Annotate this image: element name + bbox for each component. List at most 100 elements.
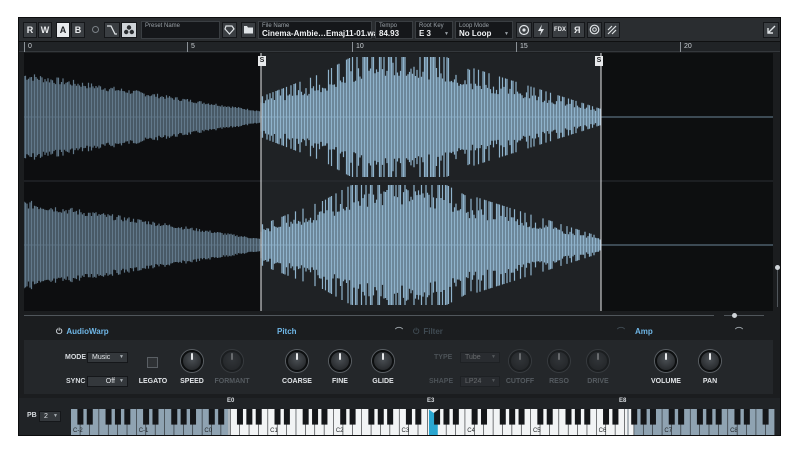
collapse-icon[interactable] [763,22,779,38]
vertical-zoom-handle[interactable] [775,265,780,270]
power-icon[interactable]: ⏻ [56,327,62,336]
octave-label: C8 [730,428,738,434]
octave-label: C3 [402,428,410,434]
filter-shape-label: SHAPE [429,378,454,385]
octave-label: C6 [599,428,607,434]
octave-label: C5 [533,428,541,434]
file-name-value: Cinema-Ambie…Emaj11-01.wav [262,29,383,38]
drive-label: DRIVE [587,378,609,385]
pan-label: PAN [702,378,718,385]
filter-envelope-icon[interactable]: ⌒ [617,324,625,340]
waveform-display[interactable]: S S [24,53,773,311]
flash-icon[interactable] [533,22,549,38]
fdx-button[interactable]: FDX [552,22,568,38]
filter-header[interactable]: ⏻ Filter [413,324,443,340]
tempo-field[interactable]: Tempo 84.93 [375,21,413,39]
filter-type-label: TYPE [434,354,453,361]
snap-icon[interactable] [516,22,532,38]
preset-name-label: Preset Name [145,23,181,29]
octave-label: C4 [467,428,475,434]
mediabay-icon[interactable] [121,22,137,38]
control-panel: MODE Music ▼ SYNC Off ▼ LEGATO SPEED FORMA… [24,340,773,394]
octave-label: C-1 [139,428,149,434]
pan-knob[interactable] [699,350,721,372]
reso-knob[interactable] [548,350,570,372]
pitch-header[interactable]: Pitch [277,324,297,340]
mode-label: MODE [65,354,86,361]
b-compare-button[interactable]: B [71,22,85,38]
key-range-low-label: E0 [227,398,235,404]
pitchbend-range-value: 2 [44,413,48,420]
loop-mode-field[interactable]: Loop Mode No Loop ▼ [455,21,513,39]
ruler-mark: 5 [187,42,195,52]
octave-label: C7 [664,428,672,434]
zoom-slider-handle[interactable] [732,313,737,318]
chevron-down-icon: ▼ [504,31,509,37]
ruler-mark: 10 [352,42,364,52]
glide-label: GLIDE [372,378,394,385]
coarse-knob[interactable] [286,350,308,372]
sync-dropdown[interactable]: Off ▼ [87,376,128,387]
keyboard[interactable]: C-2 C-1 C0 C1 C2 C3 C4 C5 C6 C7 C8 [71,409,775,435]
preset-name-field[interactable]: Preset Name [141,21,220,39]
octave-label: C1 [270,428,278,434]
sample-end-marker[interactable]: S [595,56,603,66]
vertical-zoom-scrollbar[interactable] [774,53,780,311]
root-key-marker-label: E3 [427,398,435,404]
folder-icon[interactable] [241,22,256,38]
volume-knob[interactable] [655,350,677,372]
legato-checkbox[interactable] [147,357,158,368]
pitchbend-range-dropdown[interactable]: 2 ▼ [39,411,61,422]
pitch-envelope-icon[interactable]: ⌒ [395,324,403,340]
power-icon[interactable]: ⏻ [413,327,419,336]
pitchbend-label: PB [27,412,37,419]
glide-knob[interactable] [372,350,394,372]
filter-type-value: Tube [465,354,481,361]
read-automation-button[interactable]: R [23,22,37,38]
filter-shape-value: LP24 [465,378,482,385]
toolbar: R W A B Preset Name File Name Cinema-Amb… [19,18,780,42]
ruler-mark: 15 [516,42,528,52]
speed-knob[interactable] [181,350,203,372]
amp-header[interactable]: Amp [635,324,653,340]
warp-grid-icon[interactable] [604,22,620,38]
sample-start-marker[interactable]: S [258,56,266,66]
chevron-down-icon: ▼ [491,354,496,360]
drive-knob[interactable] [587,350,609,372]
key-range-high-label: E8 [619,398,627,404]
formant-label: FORMANT [214,378,250,385]
tempo-value: 84.93 [379,29,400,38]
cutoff-knob[interactable] [509,350,531,372]
chevron-down-icon: ▼ [53,413,58,419]
octave-label: C2 [336,428,344,434]
chevron-down-icon: ▼ [119,354,124,360]
write-automation-button[interactable]: W [38,22,52,38]
formant-knob[interactable] [221,350,243,372]
a-compare-button[interactable]: A [56,22,70,38]
reverse-label: R [574,25,581,35]
sampler-window: R W A B Preset Name File Name Cinema-Amb… [18,17,781,436]
ruler-mark: 0 [24,42,32,52]
fine-knob[interactable] [329,350,351,372]
loop-mode-value: No Loop [459,29,492,38]
amp-envelope-icon[interactable]: ⌒ [735,324,743,340]
filter-type-dropdown[interactable]: Tube ▼ [460,352,500,363]
octave-label: C-2 [73,428,83,434]
curve-tool-icon[interactable] [104,22,120,38]
mode-value: Music [92,354,111,361]
waveform-canvas [24,53,773,311]
chevron-down-icon: ▼ [444,31,449,37]
octave-label: C0 [204,428,212,434]
sync-label: SYNC [66,378,86,385]
mode-dropdown[interactable]: Music ▼ [87,352,128,363]
audiowarp-header[interactable]: ⏻ AudioWarp [56,324,109,340]
root-key-field[interactable]: Root Key E 3 ▼ [415,21,453,39]
file-name-field[interactable]: File Name Cinema-Ambie…Emaj11-01.wav [258,21,383,39]
loop-icon[interactable] [587,22,602,38]
reverse-button[interactable]: R [570,22,585,38]
preset-menu-icon[interactable] [222,22,237,38]
root-key-value: E 3 [419,29,432,38]
time-ruler[interactable]: 0 5 10 15 20 [19,42,780,52]
link-icon[interactable] [92,26,99,33]
zoom-bar[interactable] [24,311,773,321]
